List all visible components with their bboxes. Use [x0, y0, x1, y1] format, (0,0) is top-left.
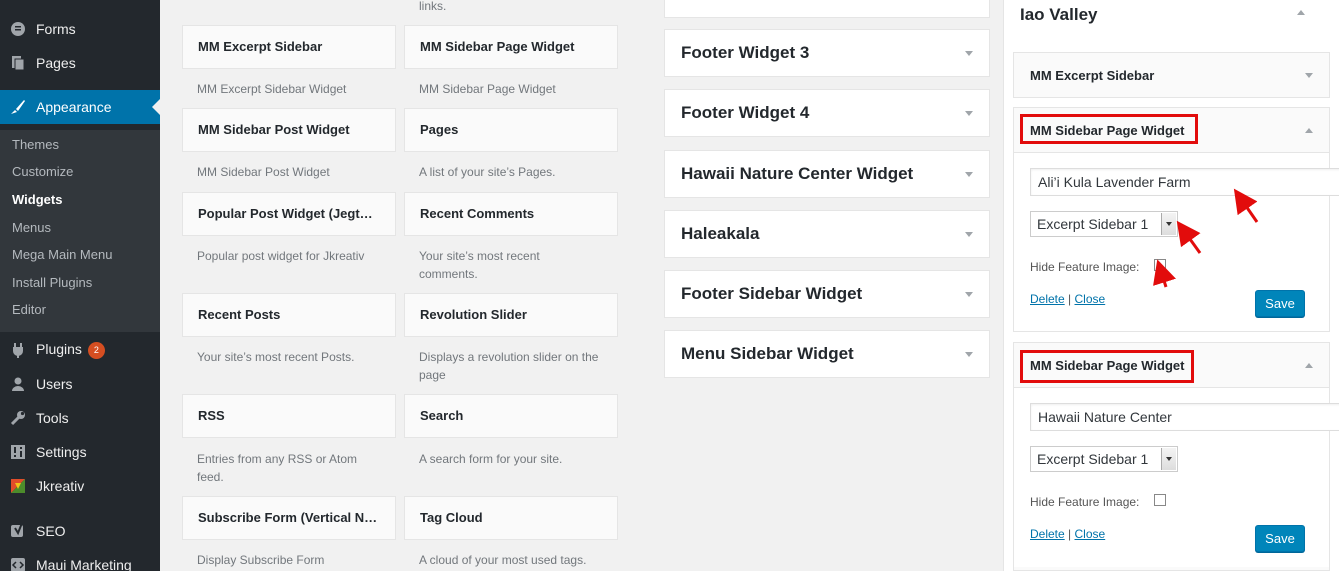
annotation-arrows: [1153, 188, 1259, 288]
annotation-arrow: [1153, 259, 1176, 288]
annotation-arrow: [1233, 188, 1259, 223]
annotation-arrow: [1176, 220, 1202, 254]
